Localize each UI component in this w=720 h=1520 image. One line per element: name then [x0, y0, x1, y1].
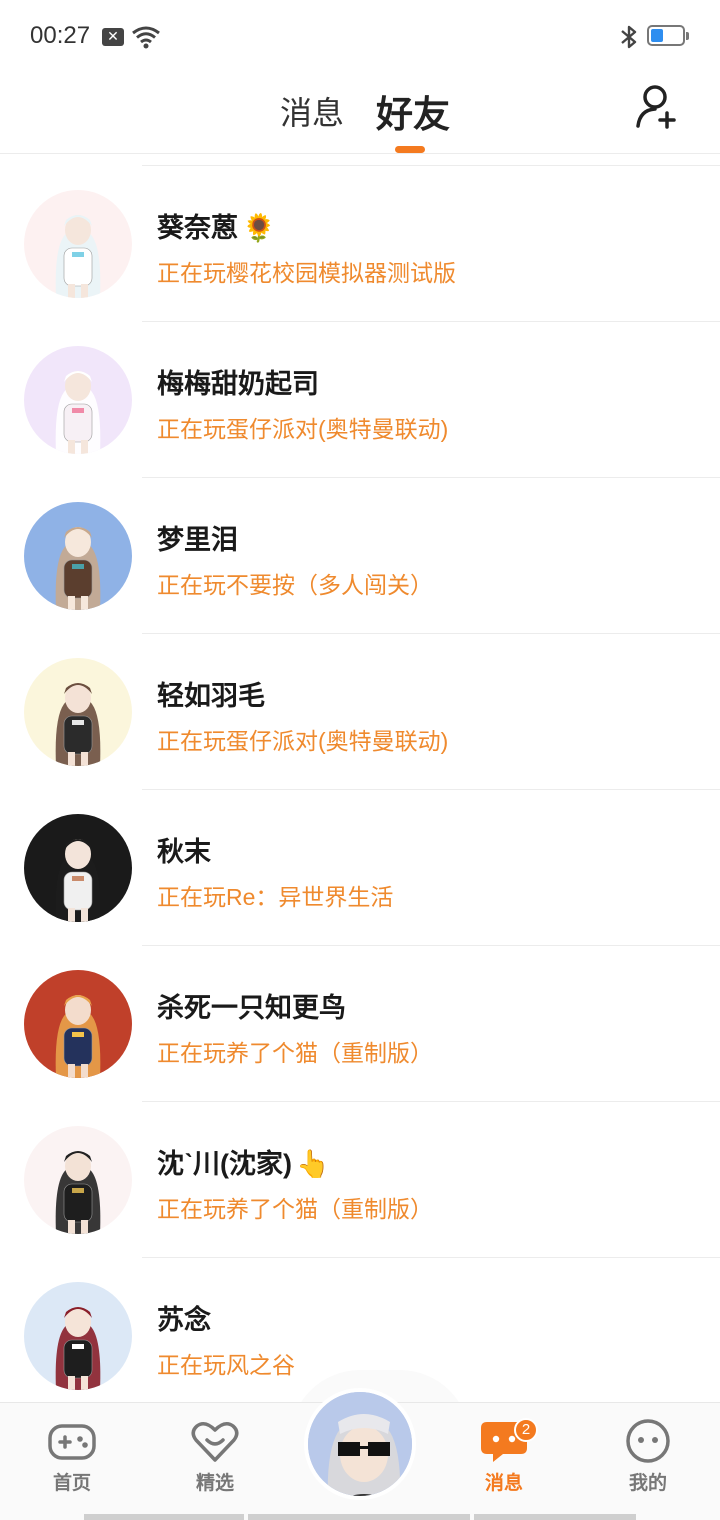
- friend-name-text: 轻如羽毛: [157, 681, 265, 711]
- active-tab-indicator: [395, 146, 425, 153]
- avatar[interactable]: [24, 1282, 132, 1390]
- friend-row[interactable]: 沈ˋ川(沈家) 👆 正在玩养了个猫（重制版）: [0, 1102, 720, 1258]
- friend-name: 轻如羽毛: [157, 674, 265, 713]
- avatar[interactable]: [24, 970, 132, 1078]
- status-bar: 00:27 ✕: [0, 0, 720, 72]
- friend-status: 正在玩蛋仔派对(奥特曼联动): [157, 416, 449, 442]
- nav-featured[interactable]: 精选: [165, 1418, 265, 1495]
- friend-status: 正在玩Re：异世界生活: [157, 884, 394, 910]
- add-user-icon[interactable]: [634, 82, 682, 130]
- center-avatar-button[interactable]: [304, 1388, 416, 1500]
- friend-name-text: 梦里泪: [157, 525, 238, 555]
- friend-name: 梅梅甜奶起司: [157, 362, 319, 401]
- heart-icon: [191, 1422, 239, 1462]
- friend-name-text: 梅梅甜奶起司: [157, 369, 319, 399]
- friend-name-text: 沈ˋ川(沈家): [157, 1149, 292, 1179]
- friend-name: 杀死一只知更鸟: [157, 986, 346, 1025]
- avatar[interactable]: [24, 346, 132, 454]
- gamepad-icon: [48, 1424, 96, 1460]
- friend-name-text: 苏念: [157, 1305, 211, 1335]
- friend-name: 葵奈蒽 🌻: [157, 206, 276, 245]
- friend-row[interactable]: 杀死一只知更鸟正在玩养了个猫（重制版）: [0, 946, 720, 1102]
- friend-status: 正在玩风之谷: [157, 1352, 295, 1378]
- nav-featured-label: 精选: [195, 1473, 234, 1494]
- friend-name: 梦里泪: [157, 518, 238, 557]
- wifi-icon: [132, 26, 160, 49]
- messages-badge: 2: [514, 1418, 538, 1442]
- nav-profile-label: 我的: [628, 1473, 667, 1494]
- nav-home[interactable]: 首页: [22, 1418, 122, 1495]
- friend-name: 沈ˋ川(沈家) 👆: [157, 1142, 330, 1181]
- friend-status: 正在玩养了个猫（重制版）: [157, 1196, 433, 1222]
- bluetooth-icon: [621, 25, 637, 49]
- nav-messages[interactable]: 消息: [454, 1418, 554, 1495]
- nav-profile[interactable]: 我的: [598, 1418, 698, 1495]
- avatar[interactable]: [24, 1126, 132, 1234]
- gesture-bar: [474, 1514, 636, 1520]
- friend-row[interactable]: 梅梅甜奶起司正在玩蛋仔派对(奥特曼联动): [0, 322, 720, 478]
- friend-status: 正在玩养了个猫（重制版）: [157, 1040, 433, 1066]
- friend-name-text: 秋末: [157, 837, 211, 867]
- gesture-bar: [84, 1514, 244, 1520]
- friend-row[interactable]: 梦里泪正在玩不要按（多人闯关）: [0, 478, 720, 634]
- friend-row[interactable]: 秋末正在玩Re：异世界生活: [0, 790, 720, 946]
- status-time: 00:27: [30, 22, 91, 49]
- friend-name: 秋末: [157, 830, 211, 869]
- friend-status: 正在玩樱花校园模拟器测试版: [157, 260, 456, 286]
- tab-friends[interactable]: 好友: [376, 84, 450, 138]
- friend-name-text: 杀死一只知更鸟: [157, 993, 346, 1023]
- friend-name-text: 葵奈蒽: [157, 213, 238, 243]
- name-emoji: 🌻: [242, 213, 276, 243]
- friend-status: 正在玩蛋仔派对(奥特曼联动): [157, 728, 449, 754]
- name-emoji: 👆: [295, 1149, 330, 1179]
- nav-messages-label: 消息: [484, 1473, 523, 1494]
- friend-row[interactable]: 葵奈蒽 🌻 正在玩樱花校园模拟器测试版: [0, 166, 720, 322]
- avatar[interactable]: [24, 814, 132, 922]
- friend-name: 苏念: [157, 1298, 211, 1337]
- friend-list[interactable]: 葵奈蒽 🌻 正在玩樱花校园模拟器测试版 梅梅甜奶起司 正在玩蛋仔派对(奥特曼联动) 梦里泪…: [0, 155, 720, 1405]
- top-header: 消息 好友: [0, 72, 720, 154]
- avatar[interactable]: [24, 502, 132, 610]
- avatar[interactable]: [24, 190, 132, 298]
- nav-home-label: 首页: [52, 1473, 91, 1494]
- friend-status: 正在玩不要按（多人闯关）: [157, 572, 433, 598]
- gesture-bar: [248, 1514, 470, 1520]
- x-badge-icon: ✕: [102, 28, 124, 46]
- friend-row[interactable]: 轻如羽毛正在玩蛋仔派对(奥特曼联动): [0, 634, 720, 790]
- battery-icon: [647, 25, 689, 46]
- avatar[interactable]: [24, 658, 132, 766]
- tab-messages[interactable]: 消息: [280, 88, 344, 134]
- face-icon: [626, 1419, 670, 1463]
